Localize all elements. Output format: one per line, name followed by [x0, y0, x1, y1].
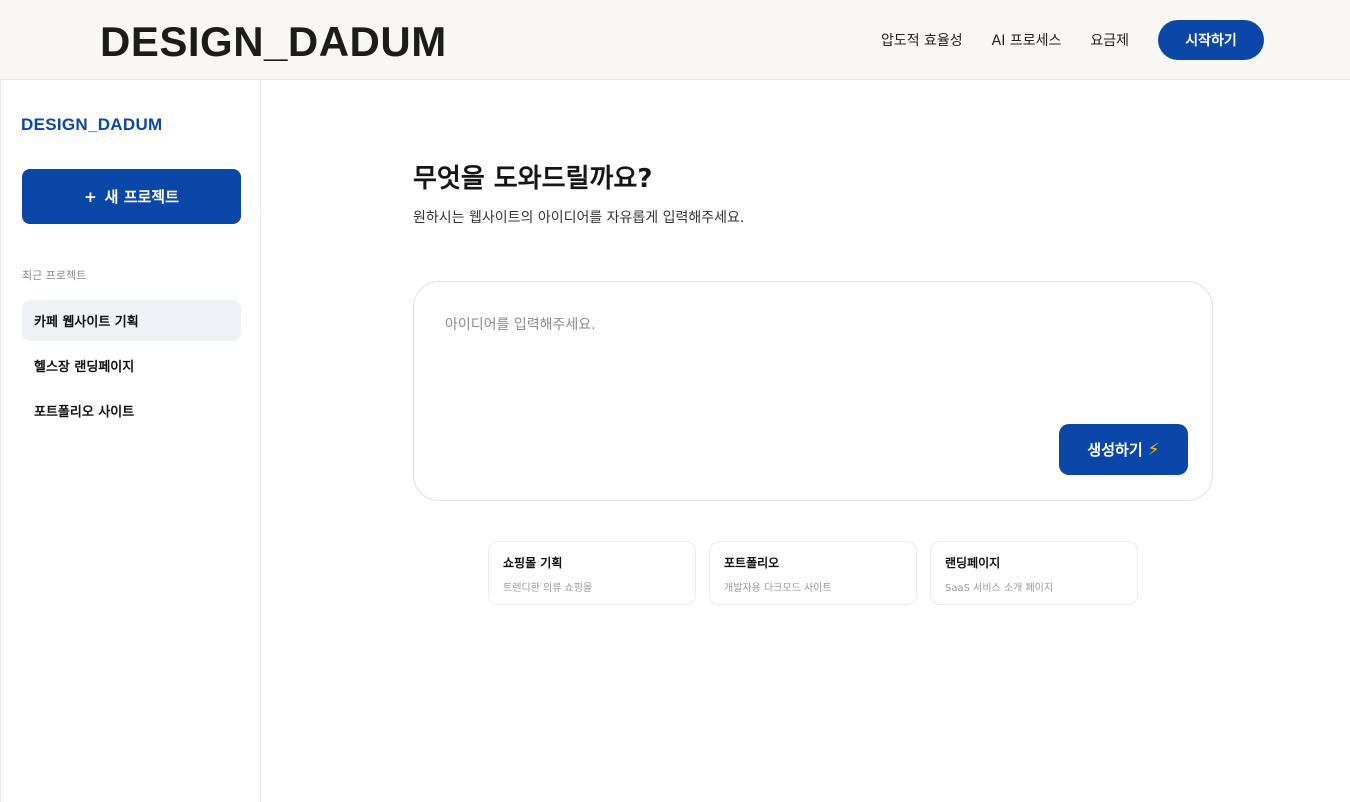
lightning-icon: ⚡ [1147, 439, 1160, 460]
suggestion-description: 트렌디한 의류 쇼핑몰 [503, 583, 593, 594]
header-logo[interactable]: DESIGN_DADUM [100, 18, 447, 66]
recent-item-portfolio-site[interactable]: 포트폴리오 사이트 [22, 390, 241, 431]
idea-input-card: 생성하기 ⚡ [413, 281, 1213, 501]
recent-projects-heading: 최근 프로젝트 [22, 269, 87, 282]
generate-label: 생성하기 [1087, 441, 1143, 459]
nav-link-efficiency[interactable]: 압도적 효율성 [881, 30, 963, 50]
page-title: 무엇을 도와드릴까요? [413, 164, 653, 194]
suggestion-card-landing-page[interactable]: 랜딩페이지 SaaS 서비스 소개 페이지 [930, 541, 1138, 605]
plus-icon: + [84, 187, 97, 206]
new-project-label: 새 프로젝트 [104, 188, 179, 206]
suggestion-title: 랜딩페이지 [945, 556, 1001, 570]
sidebar: DESIGN_DADUM + 새 프로젝트 최근 프로젝트 카페 웹사이트 기획… [0, 80, 261, 802]
recent-item-gym-landing[interactable]: 헬스장 랜딩페이지 [22, 345, 241, 386]
suggestion-title: 쇼핑몰 기획 [503, 556, 563, 570]
suggestion-description: SaaS 서비스 소개 페이지 [945, 583, 1054, 594]
recent-item-label: 카페 웹사이트 기획 [34, 315, 139, 330]
recent-projects-list: 카페 웹사이트 기획 헬스장 랜딩페이지 포트폴리오 사이트 [22, 300, 241, 435]
suggestion-card-portfolio[interactable]: 포트폴리오 개발자용 다크모드 사이트 [709, 541, 917, 605]
suggestion-cards: 쇼핑몰 기획 트렌디한 의류 쇼핑몰 포트폴리오 개발자용 다크모드 사이트 랜… [488, 541, 1138, 605]
top-nav: 압도적 효율성 AI 프로세스 요금제 시작하기 [881, 20, 1264, 60]
new-project-button[interactable]: + 새 프로젝트 [22, 169, 241, 224]
start-button[interactable]: 시작하기 [1158, 20, 1264, 60]
nav-link-pricing[interactable]: 요금제 [1090, 30, 1129, 50]
page-subtitle: 원하시는 웹사이트의 아이디어를 자유롭게 입력해주세요. [413, 210, 745, 226]
generate-button[interactable]: 생성하기 ⚡ [1059, 424, 1188, 475]
nav-link-ai-process[interactable]: AI 프로세스 [992, 30, 1062, 50]
recent-item-label: 헬스장 랜딩페이지 [34, 360, 135, 375]
suggestion-card-shopping-mall[interactable]: 쇼핑몰 기획 트렌디한 의류 쇼핑몰 [488, 541, 696, 605]
sidebar-logo[interactable]: DESIGN_DADUM [21, 115, 163, 135]
idea-input[interactable] [445, 314, 1175, 424]
recent-item-label: 포트폴리오 사이트 [34, 405, 135, 420]
recent-item-cafe-website[interactable]: 카페 웹사이트 기획 [22, 300, 241, 341]
top-header: DESIGN_DADUM 압도적 효율성 AI 프로세스 요금제 시작하기 [0, 0, 1350, 80]
suggestion-title: 포트폴리오 [724, 556, 780, 570]
suggestion-description: 개발자용 다크모드 사이트 [724, 583, 832, 594]
